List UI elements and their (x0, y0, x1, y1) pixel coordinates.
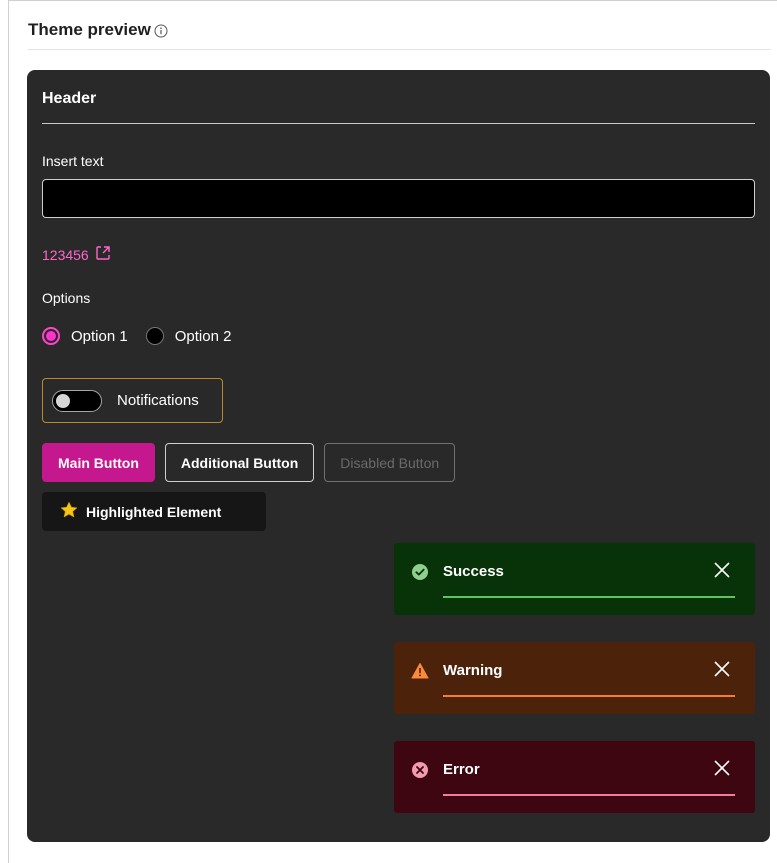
external-link-icon (95, 245, 111, 264)
header-divider (42, 123, 755, 124)
close-icon[interactable] (713, 759, 731, 777)
highlighted-element-label: Highlighted Element (86, 503, 222, 520)
additional-button[interactable]: Additional Button (164, 443, 315, 482)
options-label: Options (42, 290, 91, 306)
preview-panel: Header Insert text 123456 Options Option… (27, 70, 770, 842)
disabled-button: Disabled Button (324, 443, 456, 482)
button-row: Main Button Additional Button Disabled B… (42, 443, 456, 482)
close-icon[interactable] (713, 660, 731, 678)
warning-triangle-icon (411, 662, 429, 680)
warning-progress-bar (443, 695, 735, 697)
radio-option-2[interactable]: Option 2 (145, 327, 232, 345)
pane-title: Theme preview (28, 20, 168, 40)
radio-checked-icon (42, 327, 60, 345)
notifications-toggle[interactable]: Notifications (42, 378, 223, 423)
radio-option-2-label: Option 2 (174, 327, 232, 345)
insert-text-label: Insert text (42, 153, 104, 169)
error-progress-bar (443, 794, 735, 796)
error-toast: Error (394, 741, 755, 813)
warning-toast: Warning (394, 642, 755, 714)
main-button[interactable]: Main Button (42, 443, 155, 482)
close-icon[interactable] (713, 561, 731, 579)
toggle-thumb (56, 393, 70, 408)
radio-option-1-label: Option 1 (71, 327, 128, 345)
options-radio-group: Option 1 Option 2 (42, 327, 239, 345)
star-icon (60, 501, 78, 522)
notifications-label: Notifications (117, 392, 199, 409)
sample-link[interactable]: 123456 (42, 245, 111, 264)
title-divider (28, 49, 771, 50)
radio-option-1[interactable]: Option 1 (42, 327, 128, 345)
sample-link-text[interactable]: 123456 (42, 247, 89, 263)
toggle-switch[interactable] (52, 389, 102, 412)
info-circle-icon[interactable] (154, 23, 168, 38)
warning-toast-text: Warning (443, 662, 503, 679)
insert-text-input[interactable] (42, 179, 755, 218)
check-circle-icon (411, 563, 429, 581)
error-toast-text: Error (443, 761, 480, 778)
radio-unchecked-icon (145, 327, 164, 345)
preview-header: Header (42, 90, 97, 107)
success-toast: Success (394, 543, 755, 615)
highlighted-element: Highlighted Element (42, 492, 266, 531)
success-progress-bar (443, 596, 735, 598)
error-circle-icon (411, 761, 429, 779)
pane-title-text: Theme preview (28, 20, 151, 39)
success-toast-text: Success (443, 563, 504, 580)
